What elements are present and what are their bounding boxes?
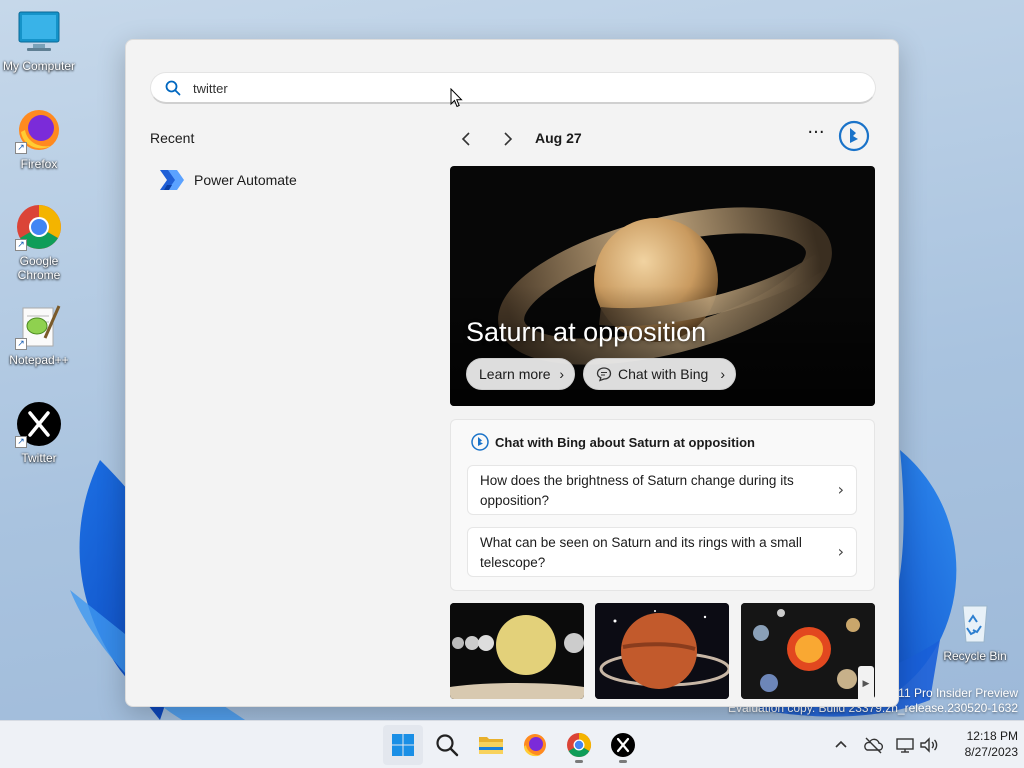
running-indicator: [619, 760, 627, 763]
desktop-icon-chrome[interactable]: ↗ Google Chrome: [0, 203, 78, 282]
desktop-icon-label: Twitter: [21, 451, 57, 465]
desktop-icon-label: Firefox: [20, 157, 58, 171]
recent-heading: Recent: [150, 130, 195, 146]
learn-more-button[interactable]: Learn more ›: [466, 358, 575, 390]
shortcut-arrow-icon: ↗: [15, 436, 27, 448]
bing-icon: [838, 120, 870, 152]
show-hidden-icons-button[interactable]: [829, 733, 853, 757]
shortcut-arrow-icon: ↗: [15, 142, 27, 154]
desktop-icon-label: My Computer: [2, 59, 76, 73]
next-button[interactable]: [495, 127, 519, 151]
recycle-bin-icon: [951, 598, 999, 646]
search-panel: Recent Power Automate Aug 27 ···: [125, 39, 899, 707]
clock-date: 8/27/2023: [964, 745, 1018, 759]
chat-card: Chat with Bing about Saturn at oppositio…: [450, 419, 875, 591]
chat-bubble-icon: [596, 367, 612, 382]
taskbar-search-button[interactable]: [427, 725, 467, 765]
volume-icon: [920, 737, 938, 753]
chevron-up-icon: [835, 740, 847, 748]
clock-time: 12:18 PM: [966, 729, 1018, 743]
firefox-icon: ↗: [15, 106, 63, 154]
bing-icon: [471, 433, 489, 451]
taskbar-x[interactable]: [603, 725, 643, 765]
desktop-icon-firefox[interactable]: ↗ Firefox: [0, 106, 78, 171]
computer-icon: [15, 8, 63, 56]
desktop-icon-label: Google Chrome: [17, 254, 61, 282]
onedrive-icon: [864, 737, 884, 754]
hero-title: Saturn at opposition: [466, 317, 707, 347]
recent-item-power-automate[interactable]: Power Automate: [150, 162, 430, 198]
watermark-line1: 11 Pro Insider Preview: [898, 686, 1018, 700]
search-icon: [165, 80, 181, 96]
learn-more-label: Learn more: [479, 366, 551, 382]
bing-chat-button[interactable]: [838, 120, 870, 152]
prev-button[interactable]: [455, 127, 479, 151]
chat-question-text: How does the brightness of Saturn change…: [480, 473, 794, 508]
desktop-icon-notepadpp[interactable]: ↗ Notepad++: [0, 302, 78, 367]
volume-tray[interactable]: [917, 733, 941, 757]
planets-image: [450, 603, 584, 699]
x-icon: ↗: [15, 400, 63, 448]
taskbar-file-explorer[interactable]: [471, 725, 511, 765]
onedrive-tray[interactable]: [861, 733, 885, 757]
chrome-icon: ↗: [15, 203, 63, 251]
running-indicator: [575, 760, 583, 763]
thumbnail-jupiter[interactable]: [595, 603, 729, 699]
power-automate-icon: [160, 170, 184, 190]
shortcut-arrow-icon: ↗: [15, 338, 27, 350]
desktop-icon-my-computer[interactable]: My Computer: [0, 8, 78, 73]
hero-card[interactable]: Saturn at opposition Learn more › Chat w…: [450, 166, 875, 406]
search-box[interactable]: [150, 72, 876, 104]
chevron-right-icon: ›: [837, 542, 844, 561]
recent-item-label: Power Automate: [194, 172, 297, 188]
search-icon: [436, 734, 459, 757]
chat-with-bing-label: Chat with Bing: [618, 366, 709, 382]
date-label: Aug 27: [535, 130, 582, 146]
desktop-icon-label: Notepad++: [9, 353, 69, 367]
chevron-right-icon: ›: [559, 366, 564, 382]
network-tray[interactable]: [893, 733, 917, 757]
chat-question[interactable]: How does the brightness of Saturn change…: [467, 465, 857, 515]
desktop-icon-recycle-bin[interactable]: Recycle Bin: [936, 598, 1014, 663]
chat-question[interactable]: What can be seen on Saturn and its rings…: [467, 527, 857, 577]
taskbar-firefox[interactable]: [515, 725, 555, 765]
file-explorer-icon: [479, 737, 503, 754]
thumbnail-solar-system[interactable]: [741, 603, 875, 699]
search-input[interactable]: [193, 78, 833, 98]
desktop-icon-twitter[interactable]: ↗ Twitter: [0, 400, 78, 465]
taskbar-chrome[interactable]: [559, 725, 599, 765]
x-icon: [611, 733, 635, 757]
shortcut-arrow-icon: ↗: [15, 239, 27, 251]
firefox-icon: [524, 734, 546, 757]
chevron-left-icon: [461, 132, 470, 146]
chat-with-bing-button[interactable]: Chat with Bing ›: [583, 358, 736, 390]
chevron-right-icon: ›: [720, 366, 725, 382]
chrome-icon: [567, 733, 592, 758]
mouse-cursor-icon: [450, 88, 463, 108]
solar-system-image: [741, 603, 875, 699]
thumbnails-scroll-right[interactable]: ▶: [858, 666, 874, 702]
network-icon: [896, 738, 914, 753]
clock[interactable]: 12:18 PM 8/27/2023: [940, 728, 1018, 760]
thumbnail-planets[interactable]: [450, 603, 584, 699]
chevron-right-icon: ›: [837, 480, 844, 499]
desktop-icon-label: Recycle Bin: [943, 649, 1007, 663]
chat-question-text: What can be seen on Saturn and its rings…: [480, 535, 802, 570]
more-options-button[interactable]: ···: [802, 124, 830, 148]
jupiter-image: [595, 603, 729, 699]
chat-card-heading: Chat with Bing about Saturn at oppositio…: [495, 435, 755, 450]
taskbar: 12:18 PM 8/27/2023: [0, 720, 1024, 768]
notepadpp-icon: ↗: [15, 302, 63, 350]
chevron-right-icon: [504, 132, 513, 146]
start-icon: [392, 734, 414, 756]
start-button[interactable]: [383, 725, 423, 765]
